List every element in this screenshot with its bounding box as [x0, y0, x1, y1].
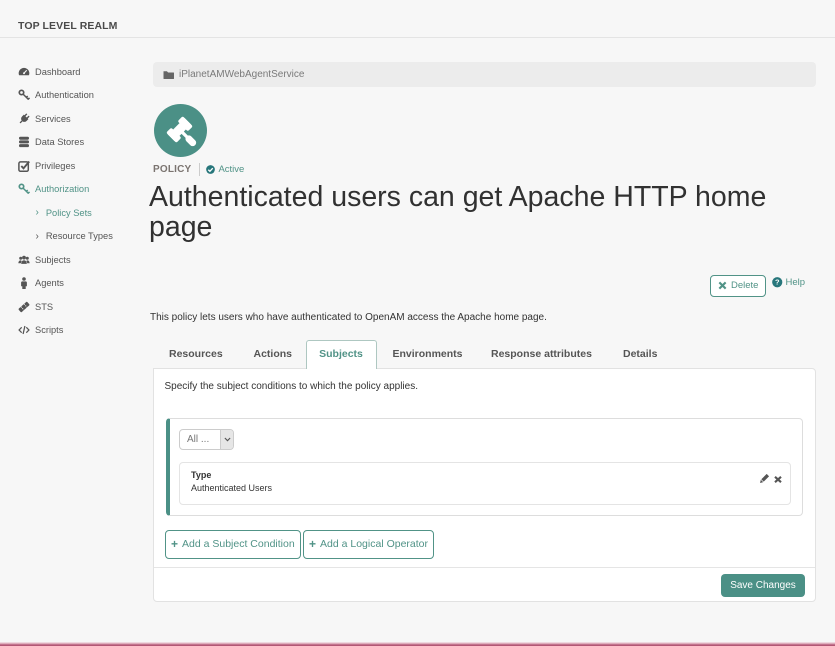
svg-text:?: ?	[775, 278, 780, 287]
